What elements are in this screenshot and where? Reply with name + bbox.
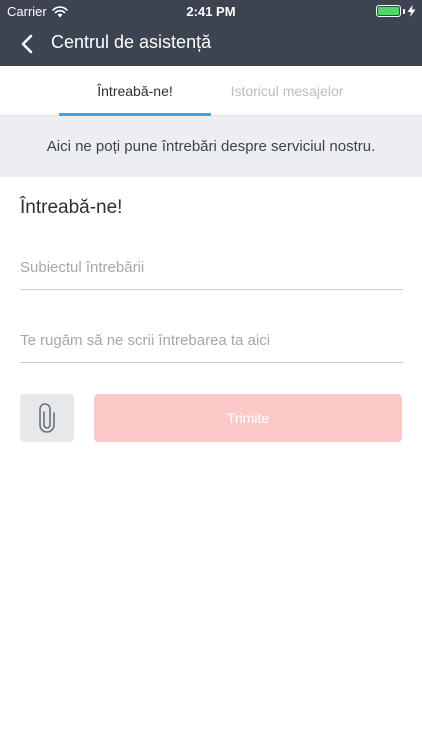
paperclip-icon: [39, 403, 55, 433]
info-banner: Aici ne poți pune întrebări despre servi…: [0, 116, 422, 177]
status-bar: Carrier 2:41 PM: [0, 0, 422, 22]
navigation-bar: Centrul de asistență: [0, 22, 422, 66]
battery-icon: [376, 5, 401, 17]
status-time: 2:41 PM: [186, 4, 236, 19]
attach-file-button[interactable]: [20, 394, 74, 442]
tab-ask-us[interactable]: Întreabă-ne!: [59, 66, 211, 116]
subject-input[interactable]: [20, 246, 403, 290]
tab-bar: Întreabă-ne! Istoricul mesajelor: [0, 66, 422, 116]
page-title: Centrul de asistență: [51, 32, 212, 52]
chevron-left-icon: [21, 34, 33, 54]
info-banner-text: Aici ne poți pune întrebări despre servi…: [46, 138, 376, 155]
tab-message-history[interactable]: Istoricul mesajelor: [211, 66, 363, 116]
send-button[interactable]: Trimite: [94, 394, 402, 442]
back-button[interactable]: [12, 30, 42, 58]
app-header: Carrier 2:41 PM Centrul de asistență: [0, 0, 422, 66]
question-input[interactable]: [20, 319, 403, 363]
battery-indicator: [376, 5, 416, 17]
charging-bolt-icon: [407, 5, 416, 17]
form-title: Întreabă-ne!: [20, 197, 123, 218]
